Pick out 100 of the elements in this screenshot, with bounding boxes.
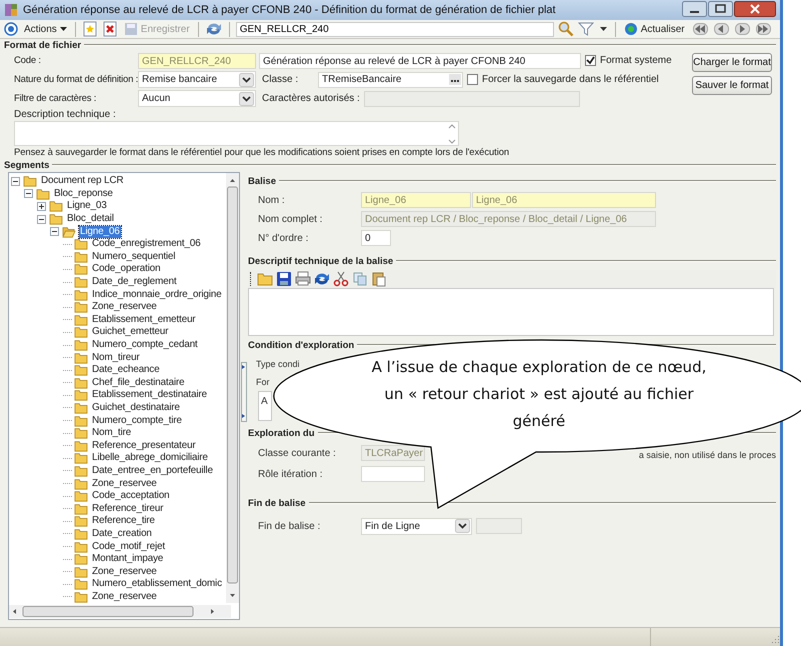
collapse-icon[interactable] — [24, 189, 33, 198]
folder-icon — [74, 452, 88, 464]
target-icon[interactable] — [4, 22, 18, 36]
folder-icon — [74, 288, 88, 301]
section-title: Balise — [248, 176, 276, 186]
folder-icon — [74, 590, 88, 603]
tree-item[interactable]: Code_motif_rejet — [91, 540, 166, 553]
type-dropdown[interactable]: Remise bancaire — [138, 71, 256, 88]
folder-icon — [74, 402, 88, 414]
caret-icon — [455, 519, 470, 533]
folder-icon — [74, 578, 88, 590]
tree-item[interactable]: Indice_monnaie_ordre_origine — [91, 288, 222, 301]
tree-item[interactable]: Code_enregistrement_06 — [91, 238, 202, 250]
format-button[interactable]: Sauver le format — [692, 76, 772, 95]
collapse-icon[interactable] — [11, 176, 20, 186]
tree-item[interactable]: Code_acceptation — [91, 490, 170, 502]
order-field[interactable]: 0 — [361, 230, 391, 246]
tree-item[interactable]: Montant_impaye — [91, 553, 164, 566]
caret-icon — [60, 27, 67, 31]
collapse-icon[interactable] — [37, 214, 46, 224]
tree-item[interactable]: Guichet_destinataire — [91, 402, 181, 414]
caret-icon — [239, 92, 254, 106]
tree-item[interactable]: Ligne_03 — [66, 200, 108, 212]
folder-icon — [74, 566, 88, 578]
folder-icon — [74, 238, 88, 250]
vertical-scrollbar[interactable] — [226, 173, 239, 603]
tree-item[interactable]: Zone_reservee — [91, 301, 158, 314]
tree-item[interactable]: Zone_reservee — [91, 566, 158, 578]
paste-icon[interactable] — [371, 271, 387, 287]
tree-item[interactable]: Reference_tire — [91, 515, 156, 528]
resize-grip-icon[interactable] — [770, 634, 780, 644]
tree-item[interactable]: Numero_sequentiel — [91, 250, 176, 263]
tree-item[interactable]: Libelle_abrege_domiciliaire — [91, 452, 209, 464]
tree-item[interactable]: Document rep LCR — [40, 175, 124, 188]
tree-item[interactable]: Numero_compte_cedant — [91, 339, 199, 352]
window-title: Génération réponse au relevé de LCR à payer CFONB 240 - Définition du format de génération de fichier plat — [23, 4, 556, 16]
search-field[interactable]: GEN_RELLCR_240 — [236, 22, 554, 36]
formula-text-area[interactable]: A — [258, 391, 272, 421]
refresh-button[interactable]: Actualiser — [622, 22, 687, 36]
end-dropdown[interactable]: Fin de Ligne — [361, 518, 472, 534]
first-icon[interactable] — [692, 23, 708, 35]
new-icon[interactable] — [82, 21, 98, 37]
allowed-characters-field[interactable] — [364, 90, 580, 106]
filter-dropdown[interactable]: Aucun — [138, 90, 256, 107]
tree-item[interactable]: Guichet_emetteur — [91, 326, 170, 338]
delete-icon[interactable] — [102, 21, 118, 37]
end-value-field[interactable] — [476, 518, 522, 534]
format-button[interactable]: Charger le format — [692, 53, 772, 72]
tree-item[interactable]: Zone_reservee — [91, 478, 158, 490]
minimize-icon[interactable] — [682, 1, 707, 17]
next-icon[interactable] — [734, 23, 750, 35]
maximize-icon[interactable] — [708, 1, 733, 17]
expand-icon[interactable] — [37, 202, 46, 211]
close-icon[interactable] — [734, 1, 776, 17]
section-title: Fin de balise — [248, 498, 306, 508]
tree-item[interactable]: Date_echeance — [91, 364, 160, 376]
tree-item[interactable]: Nom_tireur — [91, 352, 140, 364]
caret-icon[interactable] — [600, 27, 607, 31]
description-field[interactable]: Génération réponse au relevé de LCR à payer CFONB 240 — [259, 52, 581, 68]
printer-icon[interactable] — [295, 271, 311, 287]
folder-icon — [74, 502, 88, 515]
tree-item[interactable]: Etablissement_emetteur — [91, 314, 196, 326]
checkbox[interactable] — [585, 55, 596, 66]
checkbox[interactable] — [467, 74, 478, 85]
section-title: Exploration du — [248, 428, 314, 438]
folder-icon — [74, 414, 88, 427]
tree-item[interactable]: Etablissement_destinataire — [91, 389, 208, 402]
tree-item[interactable]: Bloc_detail — [66, 213, 115, 226]
folder-icon — [74, 427, 88, 440]
tree-item[interactable]: Bloc_reponse — [53, 188, 114, 200]
tree-item[interactable]: Numero_compte_tire — [91, 414, 183, 427]
tree-item[interactable]: Date_entree_en_portefeuille — [91, 464, 214, 477]
tree-item[interactable]: Date_de_reglement — [91, 276, 178, 288]
last-icon[interactable] — [756, 23, 771, 35]
role-field[interactable] — [361, 466, 425, 482]
more-icon[interactable] — [449, 74, 461, 85]
field-label: Code : — [14, 55, 42, 66]
tree-item[interactable]: Date_creation — [91, 528, 153, 540]
tree-item[interactable]: Reference_tireur — [91, 502, 164, 515]
tree-item[interactable]: Numero_etablissement_domic — [91, 578, 223, 590]
tree-item[interactable]: Zone_reservee — [91, 590, 158, 603]
collapse-icon[interactable] — [50, 227, 59, 236]
save-icon[interactable] — [276, 271, 292, 287]
field-label: Classe : — [261, 74, 300, 85]
hint-text: a saisie, non utilisé dans le proces — [638, 449, 776, 462]
actions-button[interactable]: Actions — [22, 24, 69, 34]
class-field[interactable]: TRemiseBancaire — [318, 72, 463, 88]
tree-item[interactable]: Ligne_06 — [79, 226, 121, 238]
search-icon[interactable] — [558, 21, 574, 37]
field-label: Nom : — [258, 194, 286, 206]
tree-item[interactable]: Chef_file_destinataire — [91, 376, 186, 389]
horizontal-scrollbar[interactable] — [9, 605, 231, 618]
tree-item[interactable]: Code_operation — [91, 263, 162, 276]
tree-item[interactable]: Nom_tire — [91, 427, 132, 440]
scissors-icon[interactable] — [333, 271, 349, 287]
section-title: Segments — [4, 160, 50, 170]
tree-item[interactable]: Reference_presentateur — [91, 440, 196, 452]
splitter-icon[interactable] — [241, 362, 247, 422]
caret-icon — [239, 72, 254, 86]
previous-icon[interactable] — [714, 23, 729, 35]
